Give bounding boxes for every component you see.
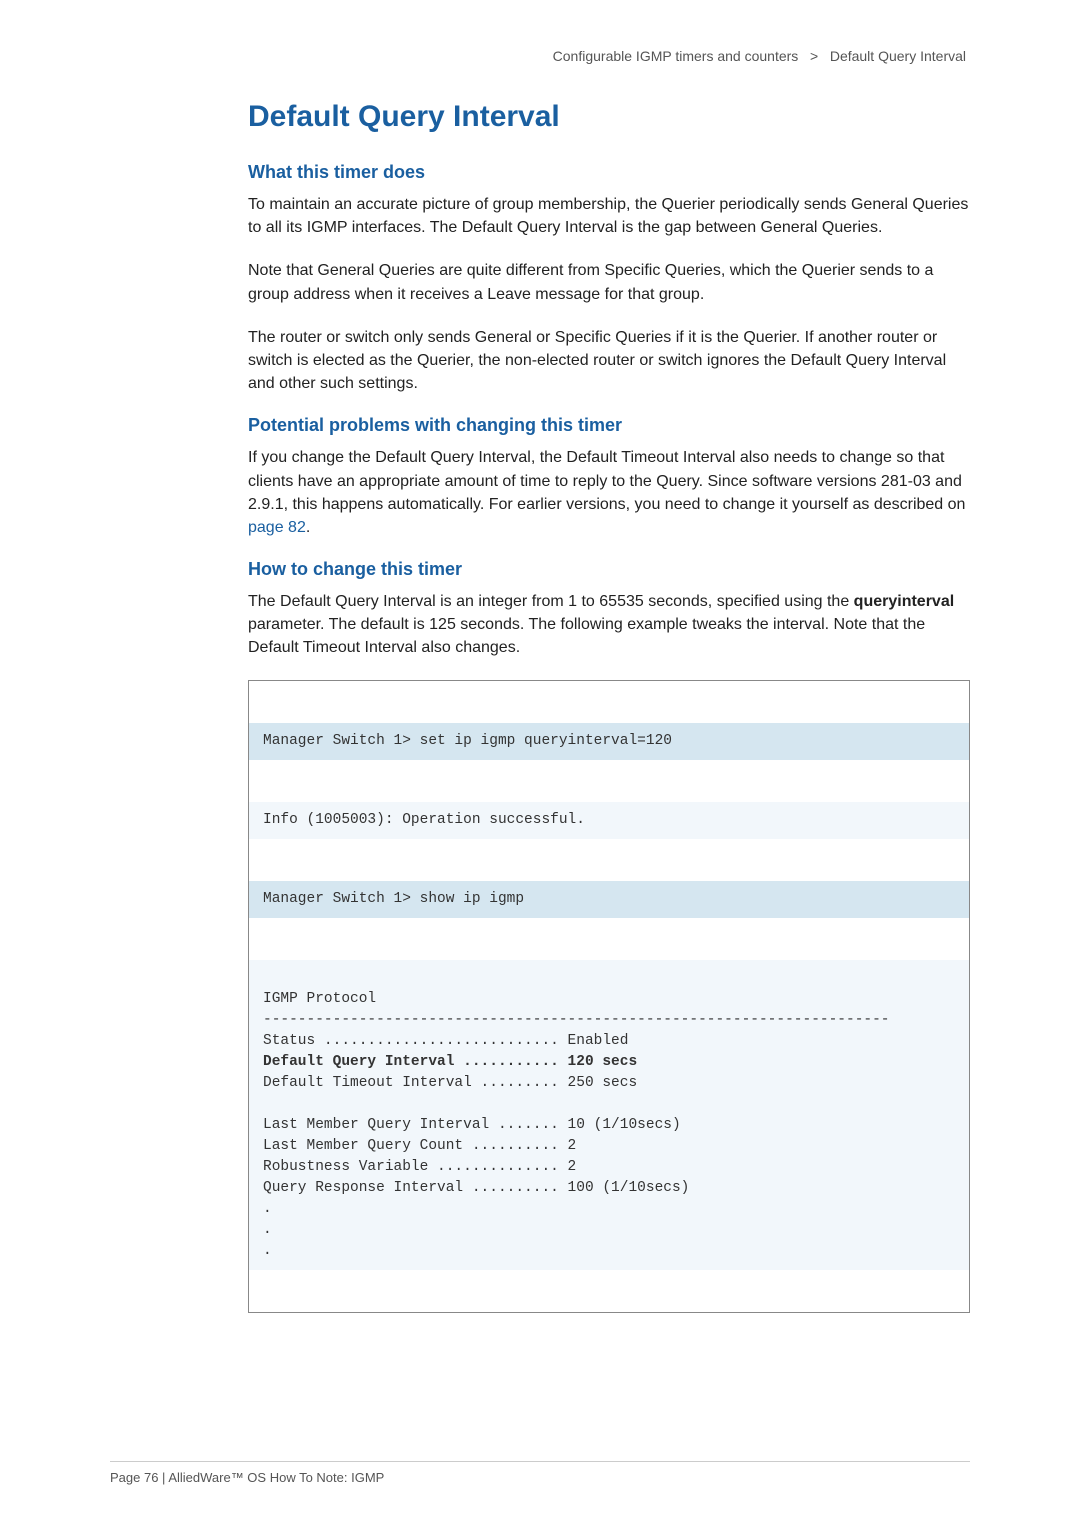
output-line: Last Member Query Interval ....... 10 (1… — [263, 1117, 681, 1133]
page-footer: Page 76 | AlliedWare™ OS How To Note: IG… — [110, 1461, 970, 1485]
output-line: Last Member Query Count .......... 2 — [263, 1138, 576, 1154]
page-link[interactable]: page 82 — [248, 519, 306, 536]
text: The Default Query Interval is an integer… — [248, 593, 854, 610]
output-line: Default Timeout Interval ......... 250 s… — [263, 1075, 637, 1091]
terminal-command: Manager Switch 1> show ip igmp — [249, 881, 969, 918]
page-body: Configurable IGMP timers and counters > … — [0, 0, 1080, 1313]
output-line: . . . — [263, 1201, 272, 1259]
param-name: queryinterval — [854, 593, 954, 610]
terminal-output: IGMP Protocol --------------------------… — [249, 960, 969, 1270]
output-line: Query Response Interval .......... 100 (… — [263, 1180, 689, 1196]
section-heading-how: How to change this timer — [248, 559, 970, 580]
breadcrumb-left: Configurable IGMP timers and counters — [553, 48, 799, 64]
output-line: ----------------------------------------… — [263, 1012, 890, 1028]
paragraph: Note that General Queries are quite diff… — [248, 259, 970, 305]
terminal-command: Manager Switch 1> set ip igmp queryinter… — [249, 723, 969, 760]
text: . — [306, 519, 310, 536]
output-line: Robustness Variable .............. 2 — [263, 1159, 576, 1175]
output-line: IGMP Protocol — [263, 991, 376, 1007]
output-line-bold: Default Query Interval ........... 120 s… — [263, 1054, 637, 1070]
breadcrumb-right: Default Query Interval — [830, 48, 966, 64]
section-heading-problems: Potential problems with changing this ti… — [248, 415, 970, 436]
breadcrumb-sep: > — [810, 48, 818, 64]
paragraph: The router or switch only sends General … — [248, 326, 970, 396]
paragraph: The Default Query Interval is an integer… — [248, 590, 970, 660]
breadcrumb: Configurable IGMP timers and counters > … — [248, 48, 970, 64]
terminal-block: Manager Switch 1> set ip igmp queryinter… — [248, 680, 970, 1313]
paragraph: If you change the Default Query Interval… — [248, 446, 970, 539]
page-title: Default Query Interval — [248, 100, 970, 134]
output-line: Status ........................... Enabl… — [263, 1033, 628, 1049]
text: If you change the Default Query Interval… — [248, 449, 965, 512]
paragraph: To maintain an accurate picture of group… — [248, 193, 970, 239]
terminal-output: Info (1005003): Operation successful. — [249, 802, 969, 839]
text: parameter. The default is 125 seconds. T… — [248, 616, 925, 656]
section-heading-what: What this timer does — [248, 162, 970, 183]
